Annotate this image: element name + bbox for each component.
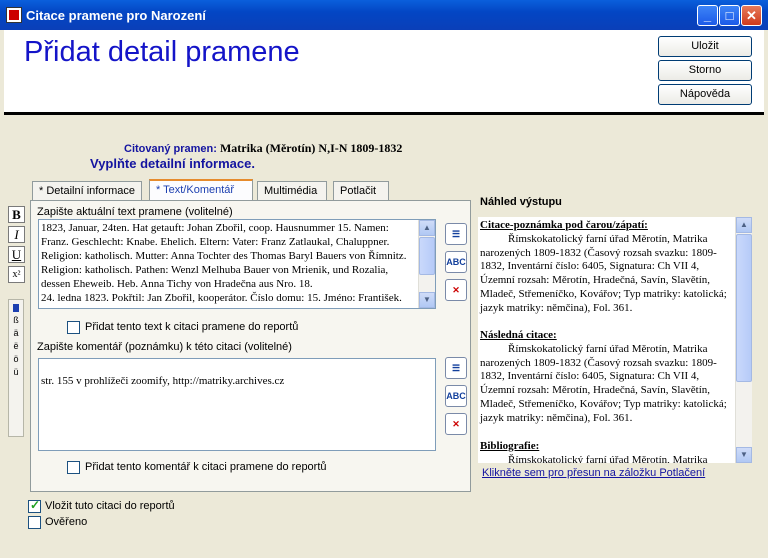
verified-label: Ověřeno (45, 516, 88, 528)
title-bar: Citace pramene pro Narození _ □ ✕ (0, 0, 768, 30)
tab-text-comment[interactable]: * Text/Komentář (149, 179, 253, 201)
preview-title: Náhled výstupu (480, 196, 562, 208)
tab-multimedia[interactable]: Multimédia (257, 181, 327, 200)
footnote-header: Citace-poznámka pod čarou/zápatí: (480, 219, 648, 231)
source-text-scrollbar[interactable]: ▲ ▼ (418, 220, 435, 308)
char-e-umlaut[interactable]: ë (9, 340, 23, 353)
maximize-button[interactable]: □ (719, 5, 740, 26)
instruction-text: Vyplňte detailní informace. (90, 156, 255, 171)
char-bar-handle (13, 304, 19, 312)
clear-icon: ✕ (452, 285, 460, 295)
include-text-label: Přidat tento text k citaci pramene do re… (85, 321, 299, 333)
minimize-icon: _ (703, 8, 712, 23)
page-title: Přidat detail pramene (24, 36, 300, 68)
clear-icon: ✕ (452, 419, 460, 429)
save-button[interactable]: Uložit (658, 36, 752, 57)
comment-field[interactable]: str. 155 v prohlížeči zoomify, http://ma… (38, 358, 436, 451)
subsequent-header: Následná citace: (480, 329, 557, 341)
edit-comment-icon: ☰ (451, 363, 461, 373)
comment-label: Zapište komentář (poznámku) k této citac… (37, 341, 292, 353)
clear-text-button[interactable]: ✕ (445, 279, 467, 301)
scroll-down-arrow[interactable]: ▼ (419, 292, 435, 308)
include-text-checkbox[interactable] (67, 321, 80, 334)
subsequent-section: Následná citace: Římskokatolický farní ú… (480, 329, 732, 426)
char-u-umlaut[interactable]: ü (9, 366, 23, 379)
window-title: Citace pramene pro Narození (26, 8, 206, 23)
edit-text-button[interactable]: ☰ (445, 223, 467, 245)
tab-details[interactable]: * Detailní informace (32, 181, 142, 200)
tab-suppress[interactable]: Potlačit (333, 181, 389, 200)
italic-button[interactable]: I (8, 226, 25, 243)
edit-comment-button[interactable]: ☰ (445, 357, 467, 379)
preview-scroll-thumb[interactable] (736, 234, 752, 382)
underline-button[interactable]: U (8, 246, 25, 263)
preview-scrollbar[interactable]: ▲ ▼ (735, 217, 752, 463)
tab-panel: Zapište aktuální text pramene (volitelné… (30, 200, 471, 492)
subsequent-text: Římskokatolický farní úřad Měrotín, Matr… (480, 342, 727, 424)
bold-button[interactable]: B (8, 206, 25, 223)
preview-pane: Citace-poznámka pod čarou/zápatí: Římsko… (478, 217, 752, 463)
minimize-button[interactable]: _ (697, 5, 718, 26)
verified-checkbox[interactable] (28, 516, 41, 529)
header-divider (4, 112, 764, 115)
include-citation-checkbox[interactable] (28, 498, 41, 513)
footnote-text: Římskokatolický farní úřad Měrotín, Matr… (480, 232, 727, 314)
help-button[interactable]: Nápověda (658, 84, 752, 105)
source-text-field[interactable]: 1823, Januar, 24ten. Hat getauft: Johan … (38, 219, 436, 309)
cited-source-label: Citovaný pramen: (124, 143, 217, 155)
bibliography-section: Bibliografie: Římskokatolický farní úřad… (480, 440, 732, 463)
cancel-button[interactable]: Storno (658, 60, 752, 81)
preview-scroll-up[interactable]: ▲ (736, 217, 752, 233)
char-sharp-s[interactable]: ß (9, 314, 23, 327)
clear-comment-button[interactable]: ✕ (445, 413, 467, 435)
close-icon: ✕ (746, 8, 757, 23)
bibliography-header: Bibliografie: (480, 440, 540, 452)
spell-check-comment-button[interactable]: ABC (445, 385, 467, 407)
source-text-value: 1823, Januar, 24ten. Hat getauft: Johan … (41, 222, 407, 308)
include-comment-label: Přidat tento komentář k citaci pramene d… (85, 461, 327, 473)
bibliography-text: Římskokatolický farní úřad Měrotín, Matr… (508, 453, 708, 463)
edit-text-icon: ☰ (451, 229, 461, 239)
app-icon (6, 7, 22, 23)
comment-value: str. 155 v prohlížeči zoomify, http://ma… (41, 375, 285, 387)
dialog-header: Přidat detail pramene (4, 30, 764, 112)
spell-check-icon: ABC (446, 391, 466, 401)
footnote-section: Citace-poznámka pod čarou/zápatí: Římsko… (480, 219, 732, 316)
cited-source: Citovaný pramen: Matrika (Měrotín) N,I-N… (124, 141, 402, 156)
char-a-umlaut[interactable]: ä (9, 327, 23, 340)
include-comment-checkbox[interactable] (67, 461, 80, 474)
spell-check-icon: ABC (446, 257, 466, 267)
cited-source-name: Matrika (Měrotín) N,I-N 1809-1832 (219, 141, 403, 155)
source-text-label: Zapište aktuální text pramene (volitelné… (37, 206, 233, 218)
char-o-umlaut[interactable]: ö (9, 353, 23, 366)
suppress-tab-link[interactable]: Klikněte sem pro přesun na záložku Potla… (482, 467, 705, 479)
scroll-thumb[interactable] (419, 237, 435, 275)
maximize-icon: □ (725, 8, 734, 23)
special-characters-bar: ß ä ë ö ü (8, 299, 24, 437)
include-citation-label: Vložit tuto citaci do reportů (45, 500, 175, 512)
scroll-up-arrow[interactable]: ▲ (419, 220, 435, 236)
superscript-button[interactable]: x² (8, 266, 25, 283)
close-button[interactable]: ✕ (741, 5, 762, 26)
preview-scroll-down[interactable]: ▼ (736, 447, 752, 463)
spell-check-button[interactable]: ABC (445, 251, 467, 273)
